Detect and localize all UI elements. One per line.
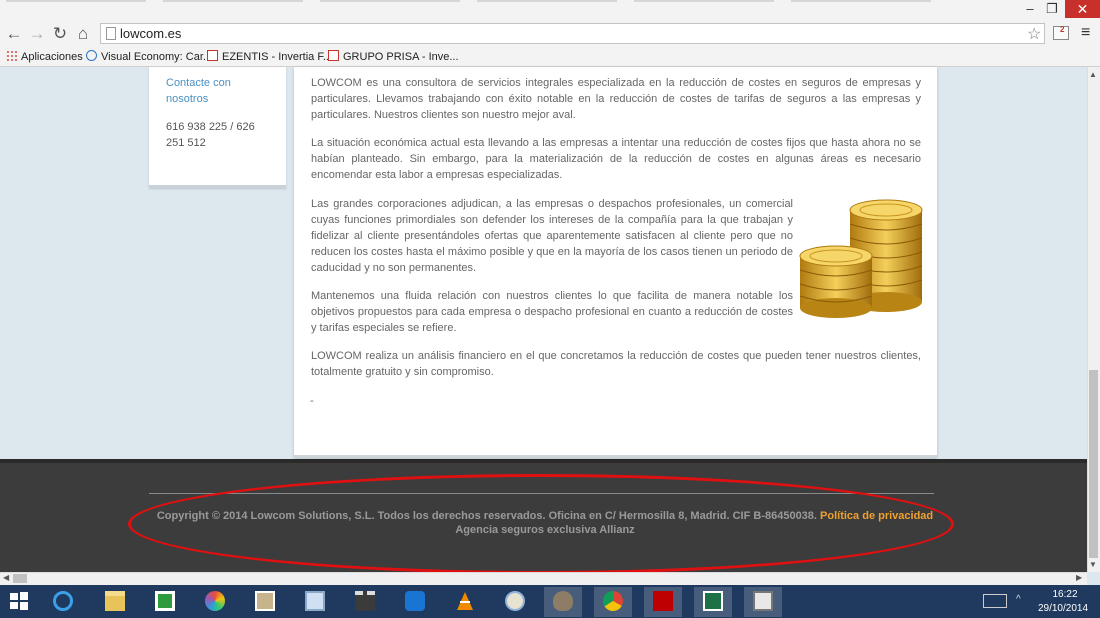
clipboard-icon <box>753 591 773 611</box>
analysis-paragraph: LOWCOM realiza un análisis financiero en… <box>311 350 921 378</box>
file-explorer-icon <box>105 591 125 611</box>
browser-menu-icon[interactable]: ≡ <box>1081 24 1090 42</box>
apps-icon <box>6 50 17 61</box>
taskbar-excel[interactable] <box>694 587 732 617</box>
bookmark-aplicaciones[interactable]: Aplicaciones <box>6 50 83 63</box>
photo-viewer-icon <box>255 591 275 611</box>
forward-button[interactable]: → <box>27 24 47 44</box>
calculator-icon <box>305 591 325 611</box>
horizontal-scroll-thumb[interactable] <box>13 574 27 583</box>
phone-number: 616 938 225 / 626 251 512 <box>166 121 255 149</box>
taskbar-gimp[interactable] <box>544 587 582 617</box>
scroll-up-icon[interactable]: ▲ <box>1089 70 1097 79</box>
horizontal-scrollbar[interactable] <box>0 572 1087 585</box>
restore-button[interactable]: ❐ <box>1041 0 1063 18</box>
paint-icon <box>505 591 525 611</box>
teamviewer-icon <box>405 591 425 611</box>
vlc-icon <box>457 592 473 610</box>
filezilla-icon <box>653 591 673 611</box>
movie-maker-icon <box>355 591 375 611</box>
url-text[interactable]: lowcom.es <box>120 26 181 41</box>
red-annotation-ellipse <box>128 474 954 574</box>
start-button[interactable] <box>0 587 38 617</box>
bookmark-grupo-prisa[interactable]: GRUPO PRISA - Inve... <box>328 50 459 63</box>
internet-explorer-icon <box>53 591 73 611</box>
windows-start-icon <box>10 592 28 610</box>
taskbar-movie-maker[interactable] <box>346 587 384 617</box>
vertical-scroll-thumb[interactable] <box>1089 370 1098 558</box>
taskbar-vlc[interactable] <box>446 587 484 617</box>
home-button[interactable]: ⌂ <box>73 24 93 44</box>
clock-date[interactable]: 29/10/2014 <box>1032 603 1094 614</box>
bookmark-star-icon[interactable]: ☆ <box>1027 24 1041 44</box>
scroll-down-icon[interactable]: ▼ <box>1089 560 1097 569</box>
minimize-button[interactable]: – <box>1019 0 1041 18</box>
chrome-icon <box>603 591 623 611</box>
taskbar-calculator[interactable] <box>296 587 334 617</box>
scroll-right-icon[interactable]: ▶ <box>1076 573 1082 582</box>
prisa-icon <box>207 50 218 61</box>
back-button[interactable]: ← <box>4 24 24 44</box>
extension-badge: 2 <box>1060 25 1065 34</box>
browser-tab[interactable] <box>6 0 146 2</box>
page-icon <box>106 27 116 40</box>
situation-paragraph: La situación económica actual esta lleva… <box>311 137 921 181</box>
address-bar[interactable] <box>100 23 1045 44</box>
browser-title-bar: – ❐ ✕ <box>0 0 1100 20</box>
browser-tab[interactable] <box>477 0 617 2</box>
clock-time[interactable]: 16:22 <box>1040 589 1090 600</box>
gimp-icon <box>553 591 573 611</box>
taskbar-internet-explorer[interactable] <box>44 587 82 617</box>
close-window-button[interactable]: ✕ <box>1065 0 1100 18</box>
keyboard-icon[interactable] <box>983 594 1007 608</box>
intro-paragraph: LOWCOM es una consultora de servicios in… <box>311 77 921 121</box>
trailing-mark: - <box>310 395 314 407</box>
taskbar-teamviewer[interactable] <box>396 587 434 617</box>
browser-tab[interactable] <box>634 0 774 2</box>
contact-link[interactable]: Contacte con nosotros <box>166 75 266 107</box>
excel-icon <box>703 591 723 611</box>
reload-button[interactable]: ↻ <box>50 24 70 44</box>
taskbar-file-explorer[interactable] <box>96 587 134 617</box>
browser-tab[interactable] <box>791 0 931 2</box>
relationship-paragraph: Mantenemos una fluida relación con nuest… <box>311 290 793 334</box>
bookmark-ezentis[interactable]: EZENTIS - Invertia F... <box>207 50 332 63</box>
scroll-left-icon[interactable]: ◀ <box>3 573 9 582</box>
bookmarks-bar: Aplicaciones Visual Economy: Car... EZEN… <box>0 48 1100 67</box>
prisa-icon <box>328 50 339 61</box>
taskbar-clipboard[interactable] <box>744 587 782 617</box>
taskbar-photo-viewer[interactable] <box>246 587 284 617</box>
taskbar-store[interactable] <box>146 587 184 617</box>
taskbar-picasa[interactable] <box>196 587 234 617</box>
taskbar-paint[interactable] <box>496 587 534 617</box>
bookmark-visual-economy[interactable]: Visual Economy: Car... <box>86 50 212 63</box>
store-icon <box>155 591 175 611</box>
taskbar-filezilla[interactable] <box>644 587 682 617</box>
picasa-icon <box>205 591 225 611</box>
gold-coins-image <box>799 199 923 318</box>
corporations-paragraph: Las grandes corporaciones adjudican, a l… <box>311 198 793 274</box>
tray-chevron-icon[interactable]: ^ <box>1016 594 1021 605</box>
visual-economy-icon <box>86 50 97 61</box>
browser-tab[interactable] <box>320 0 460 2</box>
taskbar-chrome[interactable] <box>594 587 632 617</box>
browser-tab[interactable] <box>163 0 303 2</box>
